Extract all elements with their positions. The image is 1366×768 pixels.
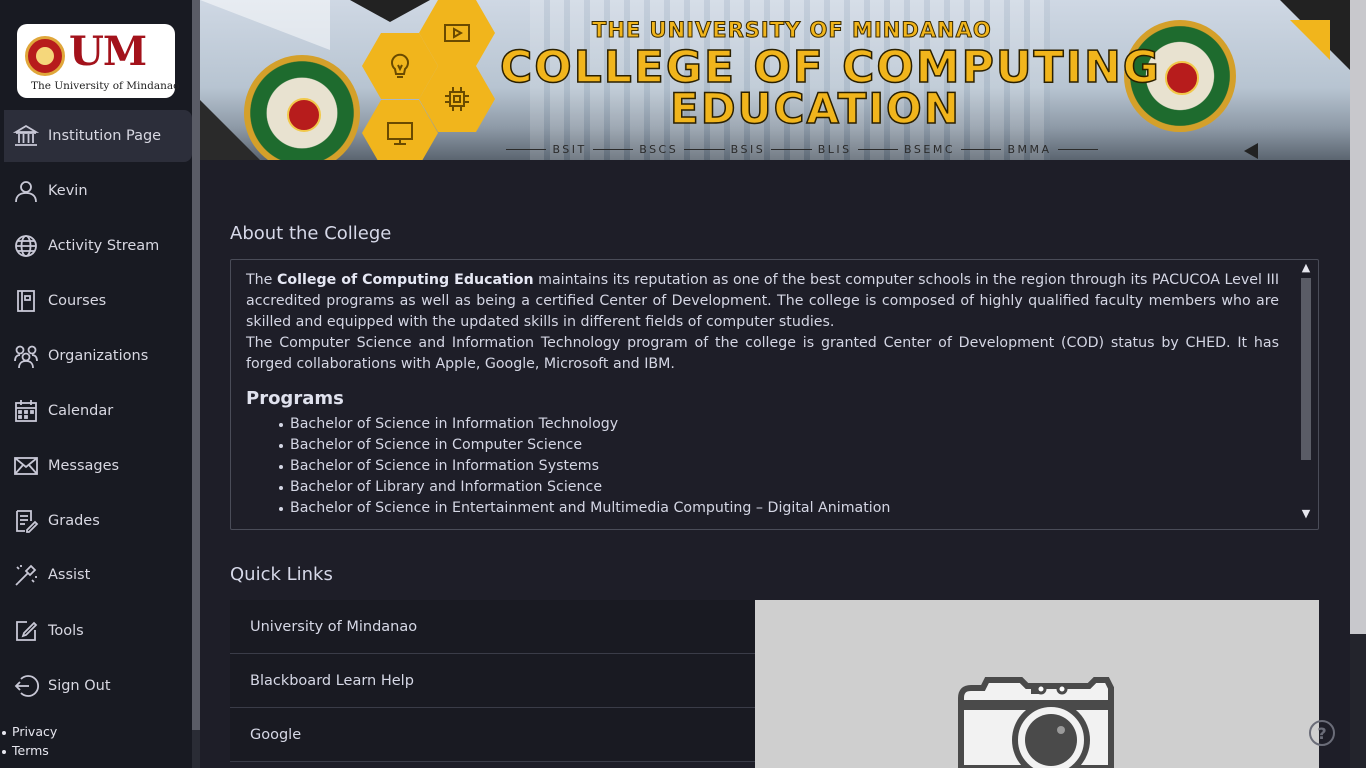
user-icon — [12, 177, 40, 205]
logo-mark: UM — [69, 28, 147, 75]
nav-item-activity-stream[interactable]: Activity Stream — [4, 220, 192, 272]
nav-item-courses[interactable]: Courses — [4, 275, 192, 327]
group-icon — [12, 342, 40, 370]
quick-links-list: University of Mindanao Blackboard Learn … — [230, 600, 755, 762]
nav-label: Tools — [48, 623, 84, 639]
program-code: BSEMC — [904, 142, 956, 156]
program-code: BSIS — [730, 142, 766, 156]
banner-college-name-line2: EDUCATION — [669, 83, 961, 134]
nav-item-organizations[interactable]: Organizations — [4, 330, 192, 382]
book-icon — [12, 287, 40, 315]
programs-heading: Programs — [246, 388, 344, 409]
about-scrollbar[interactable]: ▲ ▼ — [1294, 260, 1318, 529]
logo-subtitle: The University of Mindanao — [31, 80, 180, 92]
help-icon[interactable]: ? — [1309, 720, 1335, 746]
quick-link-item[interactable]: Blackboard Learn Help — [230, 654, 755, 708]
globe-icon — [12, 232, 40, 260]
program-code: BSIT — [552, 142, 587, 156]
banner-decor — [1290, 20, 1330, 60]
nav-item-calendar[interactable]: Calendar — [4, 385, 192, 437]
banner-program-codes: BSIT BSCS BSIS BLIS BSEMC BMMA — [500, 141, 1104, 157]
nav-label: Courses — [48, 293, 107, 309]
nav-item-institution-page[interactable]: Institution Page — [4, 110, 192, 162]
nav-label: Assist — [48, 567, 91, 583]
college-seal-left — [244, 55, 360, 160]
nav-label: Grades — [48, 513, 100, 529]
grades-icon — [12, 507, 40, 535]
terms-link[interactable]: Terms — [0, 743, 57, 762]
nav-item-sign-out[interactable]: Sign Out — [4, 660, 192, 712]
nav-label: Kevin — [48, 183, 88, 199]
about-content: The College of Computing Education maint… — [246, 270, 1279, 519]
nav-label: Sign Out — [48, 678, 111, 694]
banner-decor — [350, 0, 430, 22]
nav-item-assist[interactable]: Assist — [4, 549, 192, 601]
banner-decor — [200, 0, 330, 50]
nav-item-grades[interactable]: Grades — [4, 495, 192, 547]
programs-list: Bachelor of Science in Information Techn… — [246, 414, 1279, 519]
scroll-up-icon[interactable]: ▲ — [1300, 262, 1312, 274]
nav-label: Activity Stream — [48, 238, 160, 254]
college-banner: THE UNIVERSITY OF MINDANAO COLLEGE OF CO… — [200, 0, 1350, 160]
program-code: BLIS — [817, 142, 852, 156]
sign-out-icon — [12, 672, 40, 700]
sidebar-scrollbar[interactable] — [192, 0, 200, 768]
program-item: Bachelor of Science in Information Techn… — [279, 414, 1279, 435]
nav-label: Institution Page — [48, 128, 162, 144]
page-scrollbar[interactable] — [1350, 0, 1366, 768]
calendar-icon — [12, 397, 40, 425]
about-paragraph: The Computer Science and Information Tec… — [246, 335, 1279, 372]
quick-link-item[interactable]: Google — [230, 708, 755, 762]
nav-label: Organizations — [48, 348, 149, 364]
nav-item-kevin[interactable]: Kevin — [4, 165, 192, 217]
scroll-down-icon[interactable]: ▼ — [1300, 508, 1312, 520]
nav-item-tools[interactable]: Tools — [4, 605, 192, 657]
about-scrollbar-thumb[interactable] — [1301, 278, 1311, 460]
program-item: Bachelor of Science in Entertainment and… — [279, 498, 1279, 519]
about-panel[interactable]: The College of Computing Education maint… — [230, 259, 1319, 530]
institution-icon — [12, 122, 40, 150]
college-name-bold: College of Computing Education — [276, 272, 534, 288]
assist-icon — [12, 561, 40, 589]
image-placeholder — [755, 600, 1319, 768]
program-code: BMMA — [1007, 142, 1052, 156]
quick-links-title: Quick Links — [230, 564, 333, 585]
page-scrollbar-thumb[interactable] — [1350, 0, 1366, 634]
envelope-icon — [12, 452, 40, 480]
banner-university-name: THE UNIVERSITY OF MINDANAO — [592, 18, 992, 43]
sidebar: UM The University of Mindanao Institutio… — [0, 0, 200, 768]
sidebar-scrollbar-thumb[interactable] — [192, 0, 200, 730]
about-paragraph: The College of Computing Education maint… — [246, 272, 1279, 330]
university-logo[interactable]: UM The University of Mindanao — [17, 24, 179, 98]
seal-icon — [25, 36, 65, 76]
nav-item-messages[interactable]: Messages — [4, 440, 192, 492]
privacy-link[interactable]: Privacy — [0, 724, 57, 743]
about-title: About the College — [230, 223, 392, 244]
nav-label: Messages — [48, 458, 120, 474]
program-item: Bachelor of Science in Computer Science — [279, 435, 1279, 456]
banner-decor — [1244, 143, 1258, 159]
nav-label: Calendar — [48, 403, 114, 419]
program-item: Bachelor of Library and Information Scie… — [279, 477, 1279, 498]
tools-icon — [12, 617, 40, 645]
program-code: BSCS — [639, 142, 679, 156]
quick-link-item[interactable]: University of Mindanao — [230, 600, 755, 654]
camera-icon — [958, 677, 1114, 768]
program-item: Bachelor of Science in Information Syste… — [279, 456, 1279, 477]
footer-links: Privacy Terms — [0, 724, 57, 762]
